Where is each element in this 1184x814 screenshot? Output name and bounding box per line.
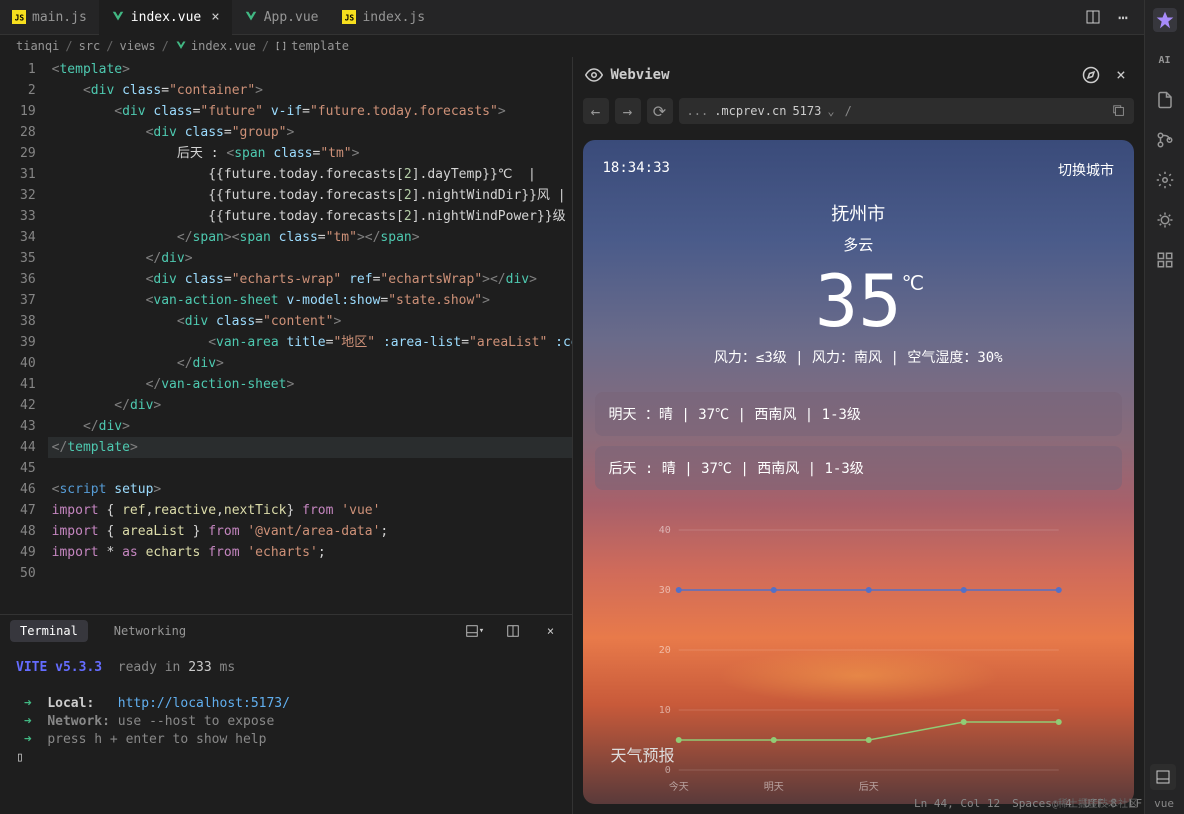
js-icon: JS [12, 10, 26, 24]
terminal-tab[interactable]: Terminal [10, 620, 88, 642]
code-editor[interactable]: 1219282931323334353637383940414243444546… [0, 57, 572, 614]
toggle-panel-icon[interactable] [1150, 764, 1176, 790]
svg-text:10: 10 [658, 705, 670, 716]
panel-layout-icon[interactable]: ▾ [464, 620, 486, 642]
forecast-chart: 010203040今天明天后天 [599, 520, 1119, 800]
tab-label: App.vue [264, 10, 319, 25]
split-panel-icon[interactable] [502, 620, 524, 642]
breadcrumb: tianqi/ src/ views/ index.vue/ template [0, 35, 1144, 57]
tab-index-js[interactable]: JS index.js [330, 0, 437, 35]
language-mode[interactable]: vue [1154, 797, 1174, 810]
weather-description: 多云 [583, 234, 1135, 255]
debug-icon[interactable] [1153, 208, 1177, 232]
editor-tabs: JS main.js index.vue × App.vue JS index.… [0, 0, 1144, 35]
watermark: @稀土掘金技术社区 [1052, 795, 1138, 810]
extensions-icon[interactable] [1153, 248, 1177, 272]
breadcrumb-item[interactable]: template [275, 39, 349, 53]
forecast-card: 明天 ：晴 | 37℃ | 西南风 | 1-3级 [595, 392, 1123, 436]
split-editor-icon[interactable] [1082, 6, 1104, 28]
breadcrumb-item[interactable]: views [120, 39, 156, 53]
file-icon[interactable] [1153, 88, 1177, 112]
forecast-card: 后天 : 晴 | 37℃ | 西南风 | 1-3级 [595, 446, 1123, 490]
js-icon: JS [342, 10, 356, 24]
tab-label: main.js [32, 10, 87, 25]
compass-icon[interactable] [1080, 64, 1102, 86]
refresh-button[interactable]: ⟳ [647, 98, 673, 124]
close-panel-icon[interactable]: × [540, 620, 562, 642]
city-name: 抚州市 [583, 200, 1135, 226]
svg-text:JS: JS [345, 14, 355, 23]
tab-app-vue[interactable]: App.vue [232, 0, 331, 35]
breadcrumb-item[interactable]: tianqi [16, 39, 59, 53]
vue-icon [175, 40, 187, 52]
breadcrumb-item[interactable]: index.vue [175, 39, 256, 53]
svg-text:JS: JS [15, 14, 25, 23]
activity-bar: AI [1144, 0, 1184, 814]
forward-button[interactable]: → [615, 98, 641, 124]
brackets-icon [275, 40, 287, 52]
close-icon[interactable]: × [211, 9, 219, 25]
url-bar[interactable]: ... .mcprev.cn 5173 ⌄ / [679, 98, 1135, 124]
copy-icon[interactable] [1112, 104, 1126, 118]
ai-panel-icon[interactable] [1153, 8, 1177, 32]
source-control-icon[interactable] [1153, 128, 1177, 152]
vue-icon [244, 10, 258, 24]
status-bar: Ln 44, Col 12 Spaces: 4 UTF-8 LF vue [0, 792, 1184, 814]
breadcrumb-item[interactable]: src [79, 39, 101, 53]
ai-label: AI [1153, 48, 1177, 72]
networking-tab[interactable]: Networking [104, 620, 196, 642]
cursor-position[interactable]: Ln 44, Col 12 [914, 797, 1000, 810]
svg-text:40: 40 [658, 525, 670, 536]
svg-text:30: 30 [658, 585, 670, 596]
tab-label: index.js [362, 10, 425, 25]
time-display: 18:34:33 [603, 160, 670, 180]
switch-city-button[interactable]: 切换城市 [1058, 160, 1114, 180]
settings-icon[interactable] [1153, 168, 1177, 192]
tab-label: index.vue [131, 10, 201, 25]
close-webview-icon[interactable]: × [1110, 64, 1132, 86]
terminal-output[interactable]: VITE v5.3.3 ready in 233 ms ➜ Local: htt… [0, 647, 572, 814]
weather-stats: 风力：≤3级 | 风力：南风 | 空气湿度：30% [583, 347, 1135, 367]
temperature: 35℃ [815, 259, 902, 343]
back-button[interactable]: ← [583, 98, 609, 124]
phone-preview: 18:34:33 切换城市 抚州市 多云 35℃ 风力：≤3级 | 风力：南风 … [583, 140, 1135, 804]
eye-icon [585, 66, 603, 84]
tab-index-vue[interactable]: index.vue × [99, 0, 232, 35]
more-icon[interactable]: ⋯ [1112, 6, 1134, 28]
vue-icon [111, 10, 125, 24]
tab-main-js[interactable]: JS main.js [0, 0, 99, 35]
svg-text:20: 20 [658, 645, 670, 656]
svg-text:0: 0 [664, 765, 670, 776]
webview-title: Webview [611, 67, 1073, 83]
